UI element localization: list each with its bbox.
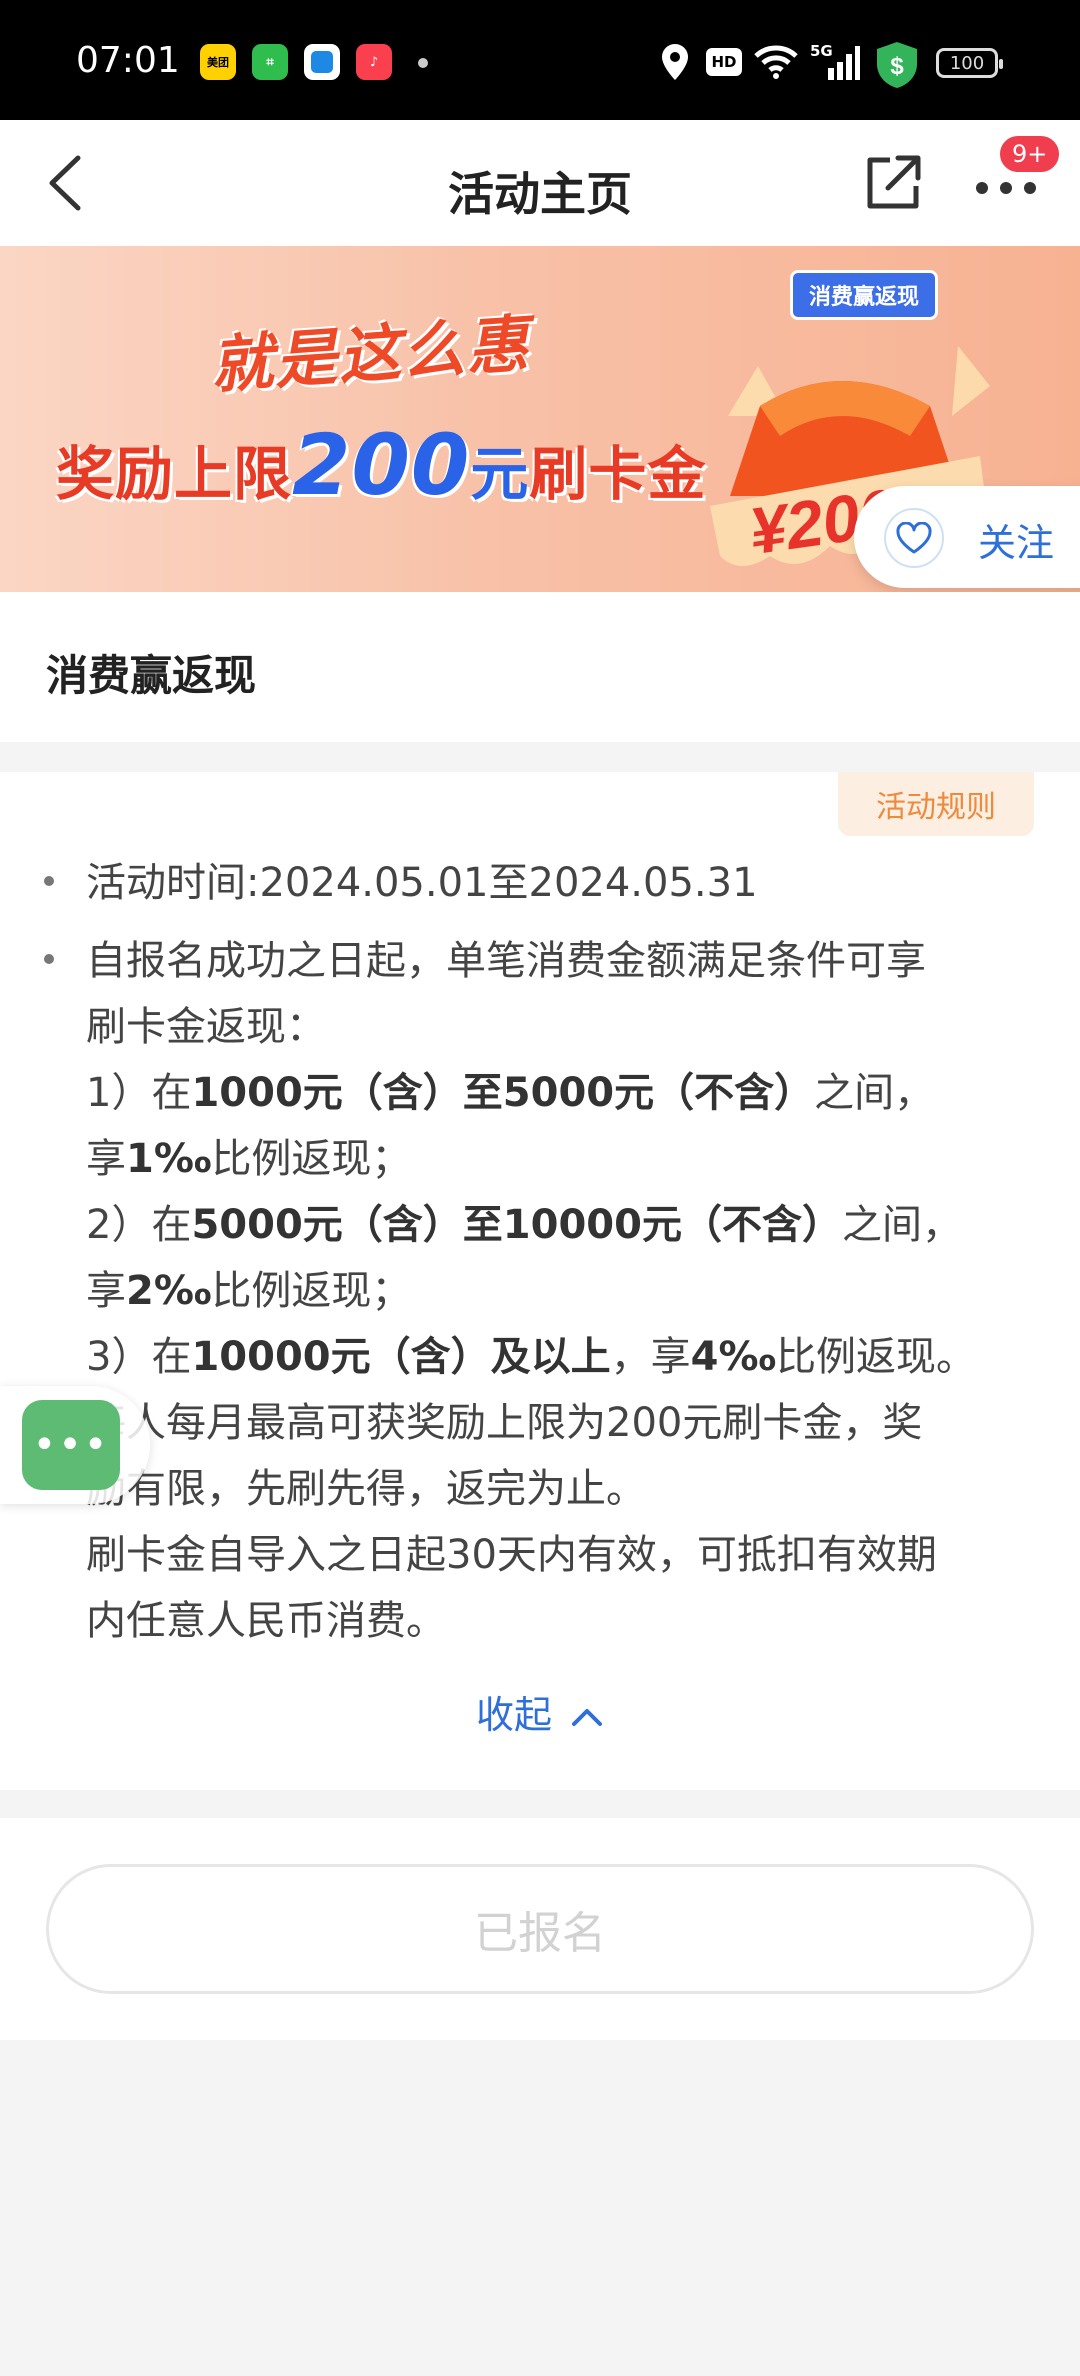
rule-tier-2-range: 5000元（含）至10000元（不含） xyxy=(191,1202,842,1248)
floating-chat-button[interactable]: ••• xyxy=(0,1386,150,1504)
registered-button[interactable]: 已报名 xyxy=(46,1864,1034,1994)
banner-headline-prefix: 奖励上限 xyxy=(56,440,293,508)
status-time: 07:01 xyxy=(76,40,180,81)
location-icon xyxy=(660,42,690,82)
banner-tag: 消费赢返现 xyxy=(790,270,939,320)
rule-tier-1-prefix: 1）在 xyxy=(86,1070,192,1116)
chevron-left-icon xyxy=(49,155,81,211)
signal-5g-icon: 5G xyxy=(810,42,860,82)
security-shield-icon: $ xyxy=(876,42,918,88)
rule-tier-2-rate-prefix: 享 xyxy=(86,1268,126,1314)
music-app-icon: ♪ xyxy=(356,44,392,80)
rule-tier-3-range: 10000元（含）及以上 xyxy=(191,1334,611,1380)
rule-tier-3-mid: ，享 xyxy=(610,1334,691,1380)
green-app-icon: ⌗ xyxy=(252,44,288,80)
rule-limit-line-1: 每人每月最高可获奖励上限为200元刷卡金，奖 xyxy=(86,1400,923,1446)
heart-icon xyxy=(884,508,944,568)
banner-headline-unit: 元 xyxy=(470,440,530,508)
rule-tier-1-rate-value: 1‰ xyxy=(126,1136,212,1182)
hd-icon: HD xyxy=(706,48,742,76)
rule-validity-line-2: 内任意人民币消费。 xyxy=(86,1598,446,1644)
chevron-up-icon xyxy=(572,1708,603,1726)
rule-tier-1-rate-prefix: 享 xyxy=(86,1136,126,1182)
rule-tier-2-rate-suffix: 比例返现； xyxy=(211,1268,412,1314)
rule-tier-1: 1）在1000元（含）至5000元（不含）之间， xyxy=(86,1060,934,1118)
rule-tier-1-suffix: 之间， xyxy=(814,1070,935,1116)
rule-tier-1-range: 1000元（含）至5000元（不含） xyxy=(191,1070,815,1116)
rule-tier-3-prefix: 3）在 xyxy=(86,1334,192,1380)
rule-intro-line-2: 刷卡金返现： xyxy=(86,1004,326,1050)
banner-headline: 奖励上限200元刷卡金 xyxy=(56,416,706,514)
wifi-icon xyxy=(752,42,800,82)
rule-tier-3-rate-value: 4‰ xyxy=(690,1334,777,1380)
signup-section: 已报名 xyxy=(0,1818,1080,2040)
rule-tier-3-suffix: 比例返现。 xyxy=(776,1334,977,1380)
rule-tier-2-suffix: 之间， xyxy=(841,1202,962,1248)
chat-bubble-icon: ••• xyxy=(22,1400,120,1490)
battery-icon: 100 xyxy=(936,48,1003,78)
top-navigation-bar: 活动主页 xyxy=(0,120,1080,246)
follow-button[interactable]: 关注 xyxy=(854,486,1080,588)
activity-time-text: 活动时间:2024.05.01至2024.05.31 xyxy=(86,860,758,906)
rule-tier-1-rate-suffix: 比例返现； xyxy=(211,1136,412,1182)
follow-label: 关注 xyxy=(978,521,1055,565)
rule-tier-2-rate: 享2‰比例返现； xyxy=(86,1258,411,1316)
notification-badge: 9+ xyxy=(998,134,1062,174)
rule-tier-2: 2）在5000元（含）至10000元（不含）之间， xyxy=(86,1192,962,1250)
collapse-label: 收起 xyxy=(475,1693,552,1737)
collapse-button[interactable]: 收起 xyxy=(0,1684,1080,1739)
rule-intro-line-1: 自报名成功之日起，单笔消费金额满足条件可享 xyxy=(86,938,926,984)
rule-limit-line-2: 励有限，先刷先得，返完为止。 xyxy=(86,1466,646,1512)
meituan-app-icon: 美团 xyxy=(200,44,236,80)
rule-tier-2-rate-value: 2‰ xyxy=(126,1268,212,1314)
share-button[interactable] xyxy=(860,150,926,216)
status-bar: 07:01 美团 ⌗ ♪ HD 5G $ 100 xyxy=(0,0,1080,120)
activity-title: 消费赢返现 xyxy=(46,651,257,700)
back-button[interactable] xyxy=(40,152,96,214)
rule-tier-3: 3）在10000元（含）及以上，享4‰比例返现。 xyxy=(86,1324,976,1382)
svg-text:$: $ xyxy=(890,53,904,80)
banner-slogan: 就是这么惠 xyxy=(208,306,533,403)
notification-dot-icon xyxy=(418,58,428,68)
banner-headline-amount: 200 xyxy=(292,416,471,514)
bullet-icon xyxy=(44,876,54,886)
banner-headline-suffix: 刷卡金 xyxy=(529,440,707,508)
rule-tier-1-rate: 享1‰比例返现； xyxy=(86,1126,411,1184)
rule-tier-2-prefix: 2）在 xyxy=(86,1202,192,1248)
activity-rules-button[interactable]: 活动规则 xyxy=(838,772,1034,836)
network-type-label: 5G xyxy=(810,42,833,60)
rules-card: 活动规则 活动时间:2024.05.01至2024.05.31 自报名成功之日起… xyxy=(0,772,1080,1790)
blue-app-icon xyxy=(304,44,340,80)
bullet-icon xyxy=(44,954,54,964)
rule-validity-line-1: 刷卡金自导入之日起30天内有效，可抵扣有效期 xyxy=(86,1532,937,1578)
activity-title-section: 消费赢返现 xyxy=(0,592,1080,742)
share-external-icon xyxy=(867,155,921,209)
